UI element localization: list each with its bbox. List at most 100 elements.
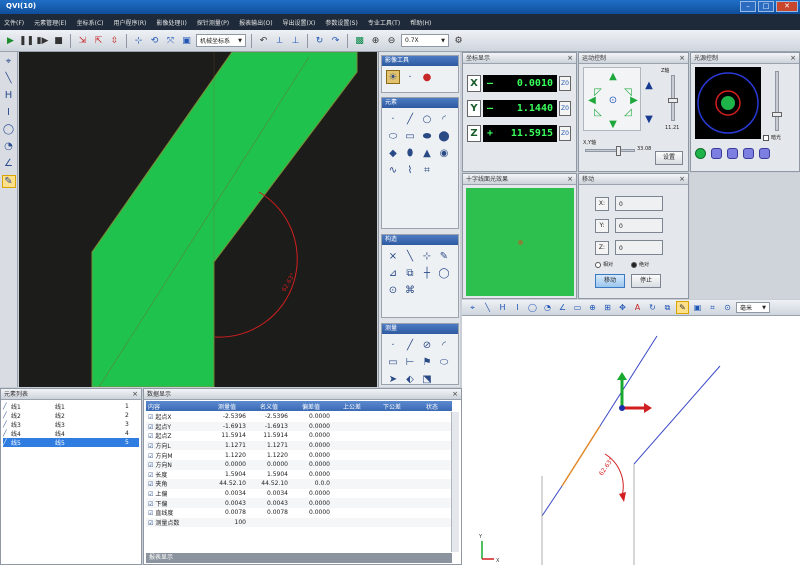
m-rect-icon[interactable]: ▭ — [386, 355, 400, 369]
step-icon[interactable]: ▮▶ — [36, 34, 49, 47]
dot-icon[interactable]: · — [403, 70, 417, 84]
mirror-icon[interactable]: ⊿ — [386, 266, 400, 280]
probe-icon[interactable]: ⇲ — [76, 34, 89, 47]
line-tool-icon[interactable]: ╲ — [2, 73, 16, 84]
z-down-icon[interactable]: ▼ — [643, 113, 655, 125]
xy-speed-thumb[interactable] — [616, 146, 621, 156]
table-row[interactable]: ☑ 方向N 0.0000 0.0000 0.0000 — [146, 459, 452, 470]
m-tilt-icon[interactable]: ⬔ — [420, 372, 434, 386]
light-icon[interactable]: ☀ — [386, 70, 400, 84]
v-line-icon[interactable]: ╲ — [481, 301, 494, 314]
center-icon[interactable]: ⊙ — [607, 94, 619, 106]
zero-y-button[interactable]: Z0 — [559, 101, 571, 116]
center-icon[interactable]: ⊙ — [386, 283, 400, 297]
table-row[interactable]: ☑ 起点X -2.5396 -2.5396 0.0000 — [146, 412, 452, 422]
redo-icon[interactable]: ↷ — [329, 34, 342, 47]
v-label-icon[interactable]: A — [631, 301, 644, 314]
curve-icon[interactable]: ∿ — [386, 163, 400, 177]
image-icon[interactable]: ▩ — [353, 34, 366, 47]
checkbox-icon[interactable]: ☑ — [148, 472, 153, 479]
v-width-icon[interactable]: I — [511, 301, 524, 314]
move-up-icon[interactable]: ▲ — [607, 70, 619, 82]
checkbox-icon[interactable]: ☑ — [148, 501, 153, 508]
coordinate-system-select[interactable]: 机械坐标系 ▼ — [196, 34, 246, 47]
auto-tool-icon[interactable]: ✎ — [1, 175, 16, 188]
point-icon[interactable]: · — [386, 112, 400, 126]
sphere-icon[interactable]: ⬤ — [437, 129, 451, 143]
table-row[interactable]: ☑ 方向L 1.1271 1.1271 0.0000 — [146, 440, 452, 451]
cone-icon[interactable]: ▲ — [420, 146, 434, 160]
v-fit-icon[interactable]: ⊞ — [601, 301, 614, 314]
aux-light-button[interactable] — [759, 148, 770, 159]
table-row[interactable]: ☑ 直线度 0.0078 0.0078 0.0000 — [146, 508, 452, 518]
move-right-icon[interactable]: ▶ — [628, 94, 640, 106]
stop-icon[interactable]: ■ — [52, 34, 65, 47]
record-icon[interactable]: ● — [420, 70, 434, 84]
table-row[interactable]: ☑ 起点Y -1.6913 -1.6913 0.0000 — [146, 421, 452, 432]
contour-light-button[interactable] — [743, 148, 754, 159]
ring-icon[interactable]: ◯ — [437, 266, 451, 280]
table-row[interactable]: ☑ 下偏 0.0043 0.0043 0.0000 — [146, 498, 452, 508]
line-icon[interactable]: ╱ — [403, 112, 417, 126]
stop-button[interactable]: 停止 — [631, 274, 661, 288]
m-circle-icon[interactable]: ⊘ — [420, 338, 434, 352]
circle-icon[interactable]: ○ — [420, 112, 434, 126]
unit-select[interactable]: 毫米 ▼ — [736, 302, 770, 313]
close-icon[interactable]: × — [567, 174, 573, 185]
camera-view[interactable]: 62.63° — [19, 52, 377, 387]
dim-checkbox[interactable] — [763, 135, 769, 141]
distance-tool-icon[interactable]: H — [2, 90, 16, 101]
contour-icon[interactable]: ⌇ — [403, 163, 417, 177]
menu-file[interactable]: 文件(F) — [4, 18, 24, 27]
construct-point-icon[interactable]: ⊹ — [420, 249, 434, 263]
level-icon[interactable]: ⊥ — [289, 34, 302, 47]
construct-line-icon[interactable]: ╲ — [403, 249, 417, 263]
motion-set-button[interactable]: 设置 — [655, 151, 683, 165]
table-row[interactable]: ☑ 上偏 0.0034 0.0034 0.0000 — [146, 489, 452, 499]
checkbox-icon[interactable]: ☑ — [148, 424, 153, 431]
m-width-icon[interactable]: ⊢ — [403, 355, 417, 369]
settings-icon[interactable]: ⚙ — [452, 34, 465, 47]
menu-program[interactable]: 用户程序(R) — [114, 18, 147, 27]
table-row[interactable]: ☑ 夹角 44.52.10 44.52.10 0.0.0 — [146, 479, 452, 489]
menu-image[interactable]: 影像处理(I) — [156, 18, 186, 27]
v-point-icon[interactable]: ⌖ — [466, 301, 479, 314]
m-flag-icon[interactable]: ⚑ — [420, 355, 434, 369]
surface-light-button[interactable] — [727, 148, 738, 159]
move-button[interactable]: 移动 — [595, 274, 625, 288]
z-speed-thumb[interactable] — [668, 98, 678, 103]
v-pan-icon[interactable]: ✥ — [616, 301, 629, 314]
circle-tool-icon[interactable]: ◯ — [2, 124, 16, 135]
m-arc-icon[interactable]: ◜ — [437, 338, 451, 352]
menu-export[interactable]: 导出设置(X) — [283, 18, 316, 27]
v-rect-icon[interactable]: ▭ — [571, 301, 584, 314]
coord-icon[interactable]: ⊹ — [132, 34, 145, 47]
list-item[interactable]: ╱ 线3 线3 3 — [3, 420, 139, 429]
coord-move-icon[interactable]: ⤧ — [164, 34, 177, 47]
table-row[interactable]: ☑ 起点Z 11.5914 11.5914 0.0000 — [146, 431, 452, 441]
checkbox-icon[interactable]: ☑ — [148, 433, 153, 440]
v-zoom-icon[interactable]: ⊕ — [586, 301, 599, 314]
refresh-icon[interactable]: ↻ — [313, 34, 326, 47]
slot-icon[interactable]: ⬬ — [420, 129, 434, 143]
v-select-icon[interactable]: ✎ — [676, 301, 689, 314]
menu-probe[interactable]: 探针测量(P) — [197, 18, 229, 27]
table-row[interactable]: ☑ 方向M 1.1220 1.1220 0.0000 — [146, 450, 452, 460]
z-speed-slider[interactable] — [668, 75, 678, 121]
fit-icon[interactable]: ⌘ — [403, 283, 417, 297]
relative-radio[interactable] — [595, 262, 601, 268]
magnification-select[interactable]: 0.7X ▼ — [401, 34, 449, 47]
close-icon[interactable]: × — [452, 389, 458, 400]
align-icon[interactable]: ⟂ — [273, 34, 286, 47]
m-ellipse-icon[interactable]: ⬭ — [437, 355, 451, 369]
checkbox-icon[interactable]: ☑ — [148, 453, 153, 460]
copy-icon[interactable]: ⧉ — [403, 266, 417, 280]
pause-icon[interactable]: ❚❚ — [19, 34, 34, 47]
zero-z-button[interactable]: Z0 — [559, 126, 571, 141]
zoom-out-icon[interactable]: ⊖ — [385, 34, 398, 47]
m-line-icon[interactable]: ╱ — [403, 338, 417, 352]
coord-rotate-icon[interactable]: ⟲ — [148, 34, 161, 47]
checkbox-icon[interactable]: ☑ — [148, 491, 153, 498]
v-copy-icon[interactable]: ⧉ — [661, 301, 674, 314]
z-move-input[interactable]: 0 — [615, 240, 663, 255]
